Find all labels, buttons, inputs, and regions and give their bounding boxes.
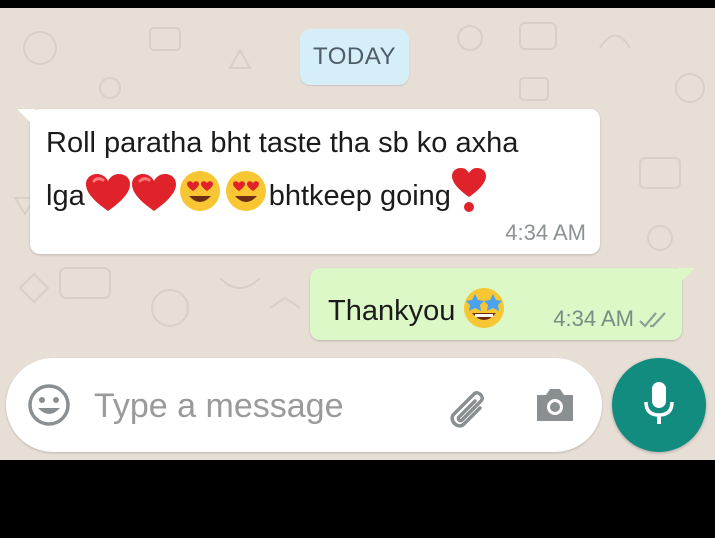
heart-eyes-face-icon [223, 169, 269, 228]
microphone-icon [644, 382, 674, 424]
emoji-icon[interactable] [27, 383, 71, 427]
message-line-2: lga bhtkeep going [46, 167, 586, 228]
outgoing-message-text: Thankyou [328, 286, 507, 338]
incoming-message-bubble[interactable]: Roll paratha bht taste tha sb ko axha lg… [17, 109, 600, 254]
date-chip: TODAY [300, 29, 409, 85]
camera-icon[interactable] [533, 385, 577, 425]
microphone-button[interactable] [612, 358, 706, 452]
incoming-message-time: 4:34 AM [505, 220, 586, 245]
incoming-message-text: Roll paratha bht taste tha sb ko axha lg… [46, 119, 586, 228]
bubble-tail [17, 109, 35, 127]
outgoing-message-bubble[interactable]: Thankyou 4:34 AM [310, 268, 695, 340]
message-line-2-suffix: bhtkeep going [268, 180, 451, 212]
message-composer [6, 358, 602, 452]
red-heart-icon [131, 173, 177, 228]
star-struck-face-icon [461, 286, 507, 338]
message-line-1: Roll paratha bht taste tha sb ko axha [46, 127, 519, 159]
message-input[interactable] [92, 380, 416, 432]
heart-eyes-face-icon [177, 169, 223, 228]
heart-exclamation-icon [451, 167, 487, 228]
paperclip-icon[interactable] [442, 382, 492, 432]
outgoing-message-time: 4:34 AM [553, 306, 634, 331]
chat-area: TODAY Roll paratha bht taste tha sb ko a… [0, 8, 715, 460]
message-line-2-prefix: lga [46, 180, 85, 212]
outgoing-text: Thankyou [328, 295, 456, 327]
red-heart-icon [85, 173, 131, 228]
bubble-tail [677, 268, 695, 286]
double-tick-icon [639, 312, 666, 328]
